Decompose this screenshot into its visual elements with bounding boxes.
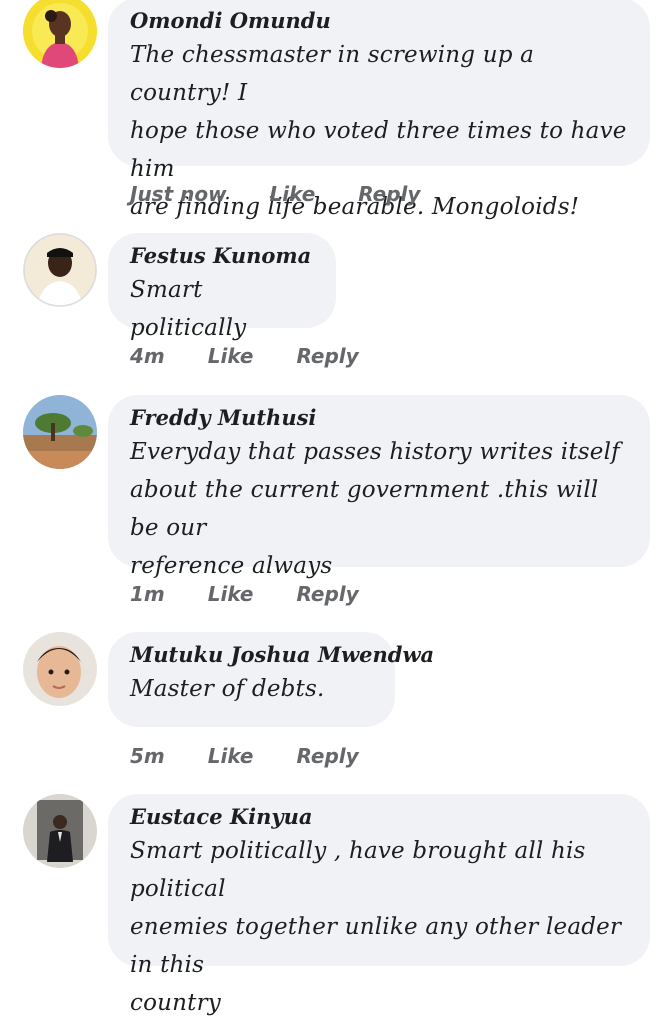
comment-author[interactable]: Festus Kunoma bbox=[130, 241, 316, 271]
man-avatar[interactable] bbox=[23, 233, 97, 307]
comment-bubble: Eustace Kinyua Smart politically , have … bbox=[108, 794, 650, 1016]
comment-actions: 1m Like Reply bbox=[130, 582, 359, 606]
comment-text-line: about the current government .this will … bbox=[130, 477, 599, 541]
suited-man-avatar[interactable] bbox=[23, 794, 97, 868]
like-button[interactable]: Like bbox=[208, 344, 254, 368]
reply-button[interactable]: Reply bbox=[296, 582, 358, 606]
comment-actions: Just now Like Reply bbox=[130, 182, 420, 206]
comment-bubble: Festus Kunoma Smart politically bbox=[108, 233, 336, 341]
comment-author[interactable]: Omondi Omundu bbox=[130, 6, 630, 36]
child-avatar[interactable] bbox=[23, 0, 97, 68]
comment-text-line: hope those who voted three times to have… bbox=[130, 118, 627, 182]
comment-text-line: reference always bbox=[130, 553, 333, 579]
comment-text-line: enemies together unlike any other leader… bbox=[130, 914, 622, 978]
like-button[interactable]: Like bbox=[270, 182, 316, 206]
comment-author[interactable]: Freddy Muthusi bbox=[130, 403, 630, 433]
comment-timestamp[interactable]: 5m bbox=[130, 744, 165, 768]
comment-timestamp[interactable]: 4m bbox=[130, 344, 165, 368]
comment-actions: 5m Like Reply bbox=[130, 744, 359, 768]
landscape-avatar[interactable] bbox=[23, 395, 97, 469]
comment-bubble: Omondi Omundu The chessmaster in screwin… bbox=[108, 0, 650, 220]
reply-button[interactable]: Reply bbox=[296, 344, 358, 368]
like-button[interactable]: Like bbox=[208, 744, 254, 768]
like-button[interactable]: Like bbox=[208, 582, 254, 606]
reply-button[interactable]: Reply bbox=[296, 744, 358, 768]
comment-actions: 4m Like Reply bbox=[130, 344, 359, 368]
comment-timestamp[interactable]: 1m bbox=[130, 582, 165, 606]
comment-text-line: Smart politically , have brought all his… bbox=[130, 838, 586, 902]
comment-bubble: Freddy Muthusi Everyday that passes hist… bbox=[108, 395, 650, 579]
comment-author[interactable]: Eustace Kinyua bbox=[130, 802, 630, 832]
baby-avatar[interactable] bbox=[23, 632, 97, 706]
comment-text-line: Smart politically bbox=[130, 277, 247, 341]
comment-text-line: Everyday that passes history writes itse… bbox=[130, 439, 620, 465]
comment-text-line: Master of debts. bbox=[130, 676, 325, 702]
comment-author[interactable]: Mutuku Joshua Mwendwa bbox=[130, 640, 434, 670]
comment-timestamp[interactable]: Just now bbox=[130, 182, 227, 206]
comment-text-line: country bbox=[130, 990, 221, 1016]
comment-text-line: The chessmaster in screwing up a country… bbox=[130, 42, 535, 106]
comment-bubble: Mutuku Joshua Mwendwa Master of debts. bbox=[108, 632, 434, 727]
reply-button[interactable]: Reply bbox=[358, 182, 420, 206]
